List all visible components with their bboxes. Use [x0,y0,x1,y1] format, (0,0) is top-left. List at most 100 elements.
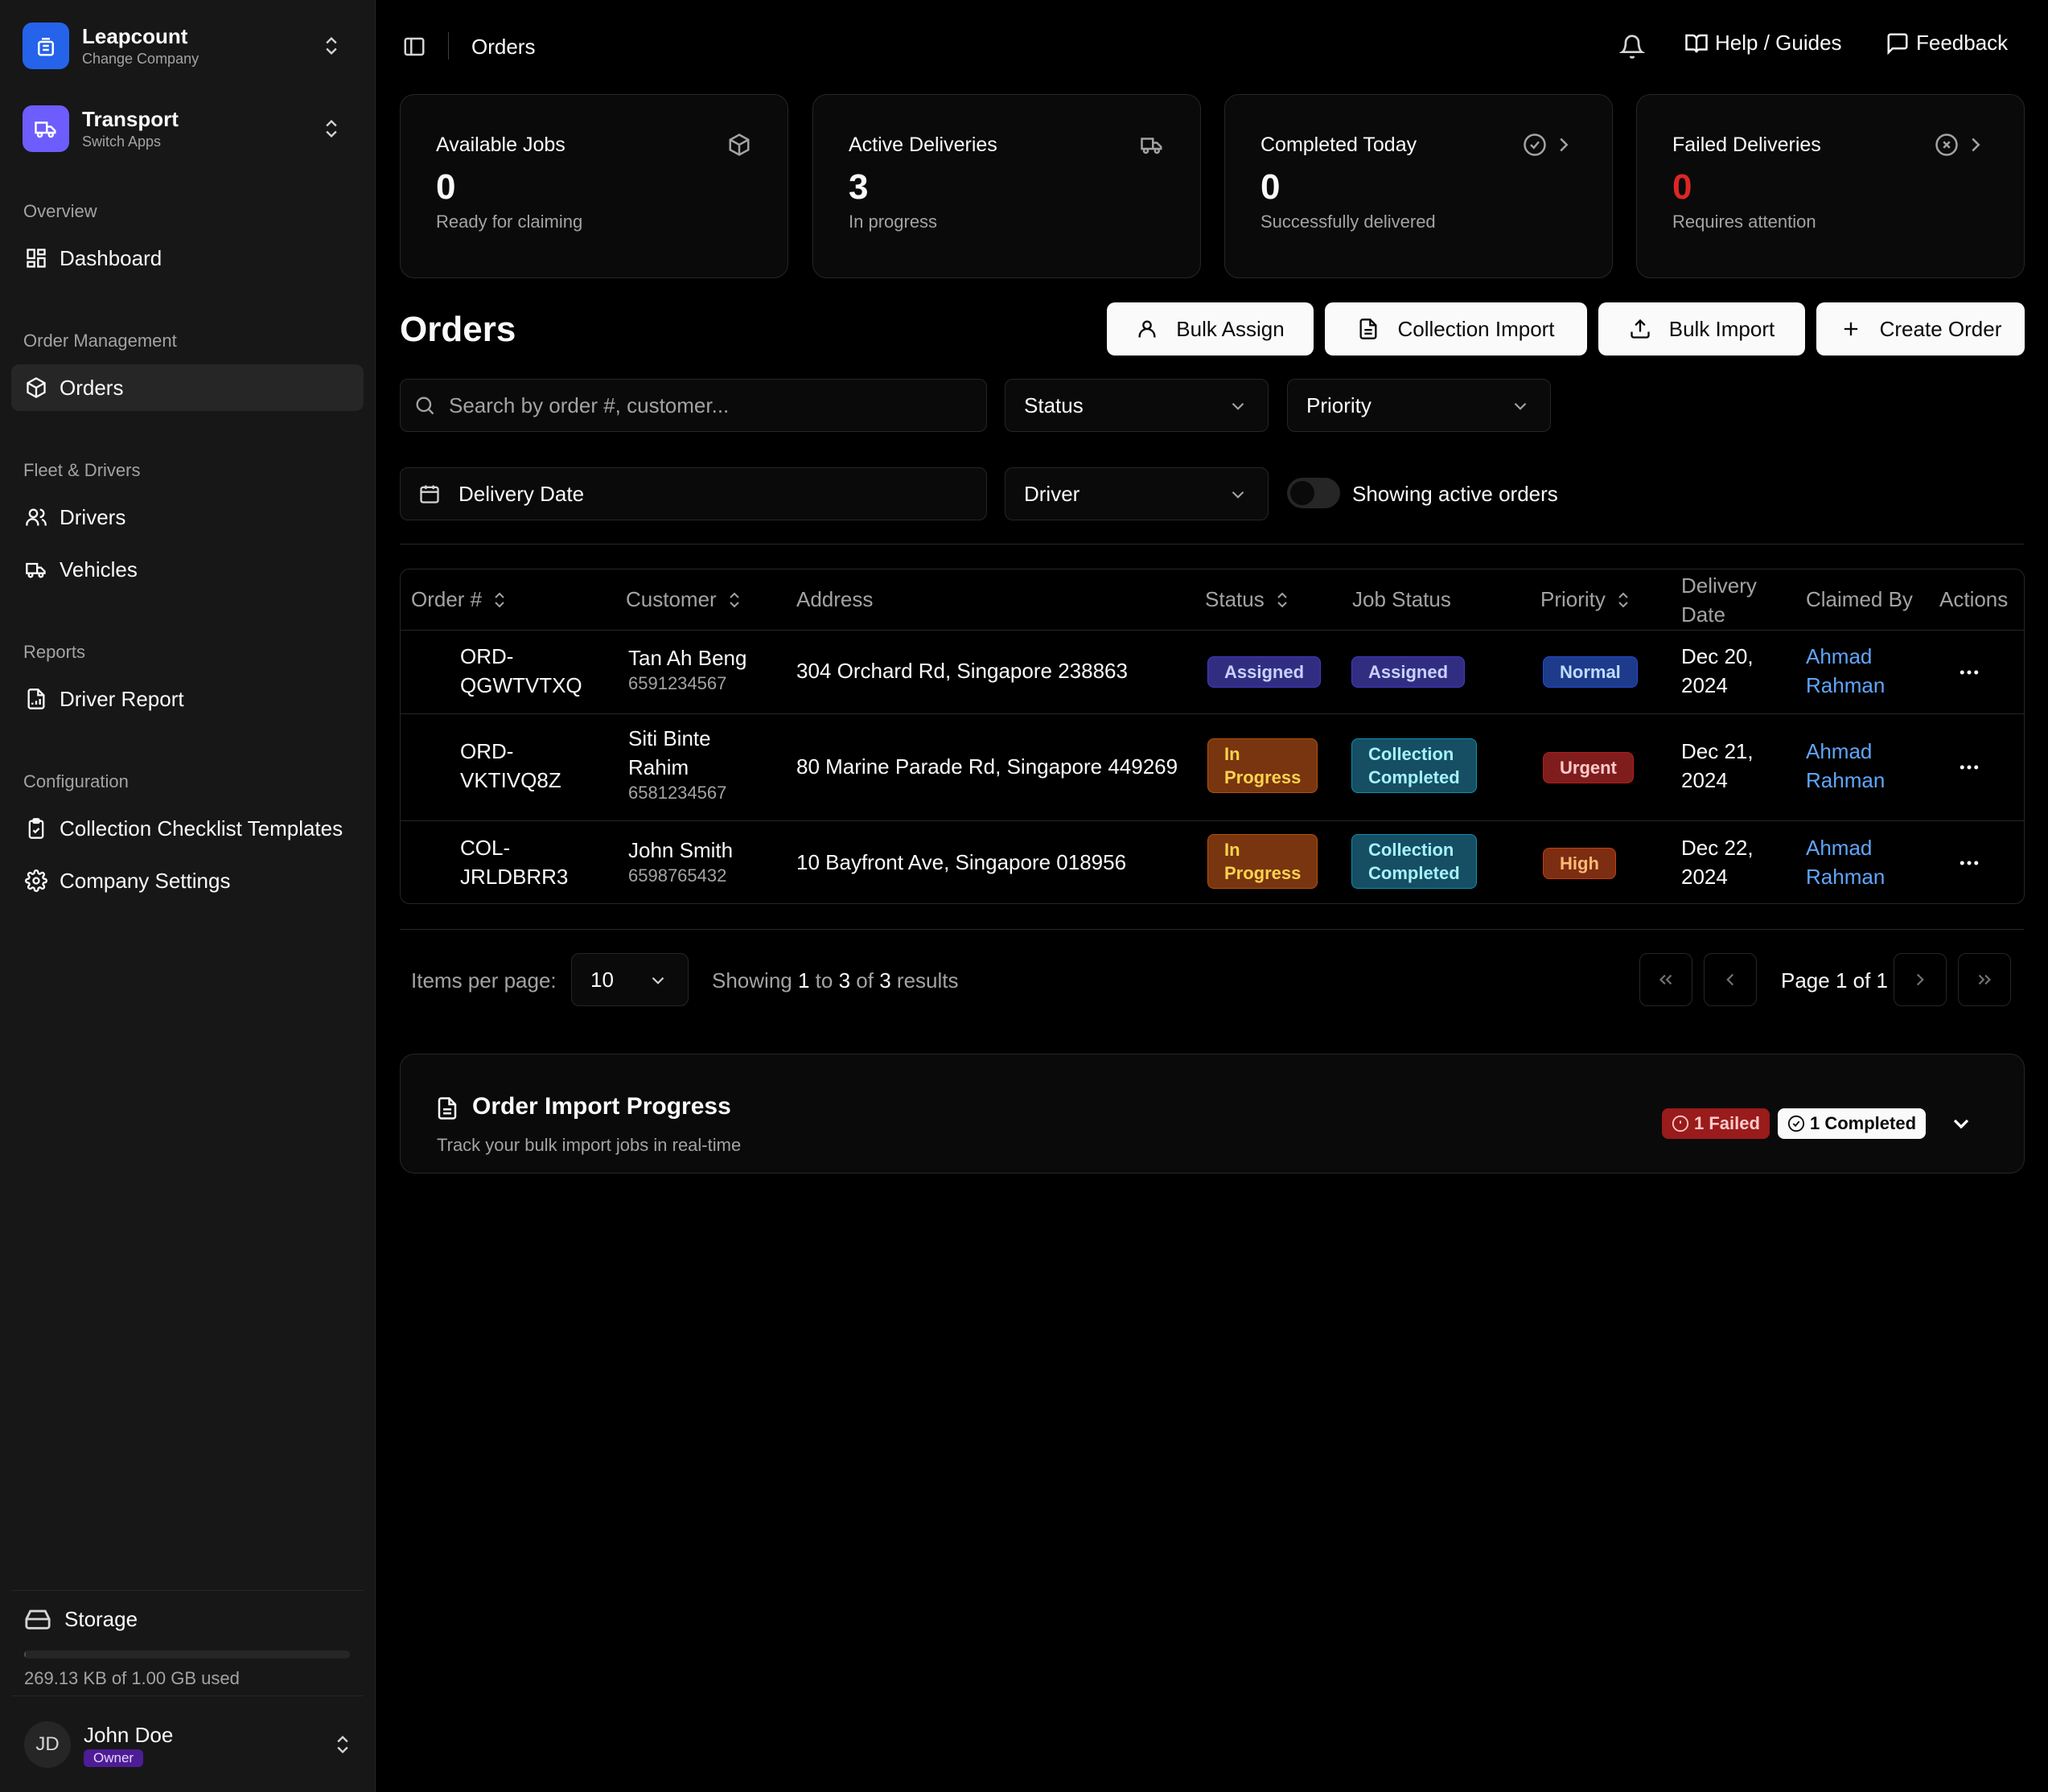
gear-icon [24,869,48,893]
status-select[interactable]: Status [1005,379,1269,432]
stat-sub: Requires attention [1672,212,1816,232]
badge-line: Progress [1224,863,1302,883]
truck-icon [24,557,48,582]
topbar: Orders Help / Guides Feedback [376,0,2048,93]
delivery-date-cell: Dec 20, 2024 [1681,642,1754,700]
sidebar-item-orders[interactable]: Orders [11,364,364,411]
order-number[interactable]: ORD- VKTIVQ8Z [460,737,561,795]
stat-label: Active Deliveries [849,134,997,156]
company-switcher[interactable]: Leapcount Change Company [23,18,352,74]
column-header-priority[interactable]: Priority [1540,569,1633,630]
button-label: Collection Import [1397,316,1555,341]
package-icon [727,133,751,157]
stat-card-completed-today[interactable]: Completed Today 0 Successfully delivered [1224,94,1613,278]
more-actions-icon[interactable] [1953,751,1985,783]
role-badge: Owner [84,1749,144,1767]
date-part: Dec 22, [1681,836,1754,860]
user-menu[interactable]: JD John Doe Owner [11,1695,364,1792]
group-label-fleet: Fleet & Drivers [23,460,141,480]
collection-import-button[interactable]: Collection Import [1325,302,1587,356]
avatar: JD [24,1720,71,1768]
group-label-configuration: Configuration [23,771,129,791]
driver-select[interactable]: Driver [1005,467,1269,520]
dashboard-icon [24,246,48,270]
sidebar-item-checklist-templates[interactable]: Collection Checklist Templates [11,805,364,852]
column-header-status[interactable]: Status [1205,569,1292,630]
priority-select[interactable]: Priority [1287,379,1551,432]
storage-progress-bar [24,1650,350,1658]
previous-page-button[interactable] [1704,953,1757,1006]
claimed-by-link[interactable]: Ahmad Rahman [1806,833,1885,891]
chevron-down-icon [1232,402,1244,410]
results-from: 1 [797,968,810,993]
feedback-link[interactable]: Feedback [1886,31,2008,55]
storage-used-text: 269.13 KB of 1.00 GB used [24,1668,240,1688]
date-part: 2024 [1681,768,1728,792]
x-circle-icon [1935,133,1959,157]
badge-line: Collection [1368,840,1454,860]
truck-icon [1139,133,1165,157]
next-page-button[interactable] [1894,953,1947,1006]
chevron-right-icon [1964,133,1988,157]
file-text-icon [1357,318,1380,340]
app-switcher[interactable]: Transport Switch Apps [23,101,352,157]
column-header-customer[interactable]: Customer [626,569,744,630]
last-page-button[interactable] [1958,953,2011,1006]
clipboard-check-icon [24,816,48,841]
job-status-badge: Assigned [1351,656,1466,688]
help-guides-link[interactable]: Help / Guides [1684,31,1842,55]
claimed-by-link[interactable]: Ahmad Rahman [1806,642,1885,700]
stat-label: Available Jobs [436,134,565,156]
more-actions-icon[interactable] [1953,847,1985,879]
address-cell: 304 Orchard Rd, Singapore 238863 [796,659,1128,683]
table-row[interactable]: COL- JRLDBRR3 John Smith 6598765432 10 Ba… [401,820,2024,903]
bulk-assign-button[interactable]: Bulk Assign [1107,302,1314,356]
bell-icon[interactable] [1619,34,1645,60]
first-page-button[interactable] [1639,953,1692,1006]
customer-name: Siti Binte [628,726,711,750]
chevron-down-icon[interactable] [1948,1111,1974,1136]
upload-icon [1629,318,1651,340]
priority-select-value: Priority [1306,393,1372,417]
items-per-page-select[interactable]: 10 [571,953,689,1006]
sidebar-item-driver-report[interactable]: Driver Report [11,676,364,722]
truck-icon [23,105,69,152]
order-number[interactable]: ORD- QGWTVTXQ [460,642,582,700]
users-icon [24,505,48,529]
date-part: 2024 [1681,673,1728,697]
sidebar-item-company-settings[interactable]: Company Settings [11,857,364,904]
column-header-address: Address [796,569,873,630]
sidebar-item-dashboard[interactable]: Dashboard [11,235,364,282]
more-actions-icon[interactable] [1953,656,1985,688]
stat-card-failed-deliveries[interactable]: Failed Deliveries 0 Requires attention [1636,94,2025,278]
priority-badge: Normal [1543,656,1638,688]
chevron-down-icon [1514,402,1527,410]
column-label: Address [796,587,874,611]
results-text: to [815,968,833,993]
date-part: Dec 21, [1681,739,1754,763]
bulk-import-button[interactable]: Bulk Import [1598,302,1805,356]
column-header-claimed-by: Claimed By [1806,569,1913,630]
address-cell: 10 Bayfront Ave, Singapore 018956 [796,850,1127,874]
column-header-order[interactable]: Order # [411,569,509,630]
sort-icon [1618,592,1628,607]
date-part: Dec 20, [1681,644,1754,668]
order-number[interactable]: COL- JRLDBRR3 [460,833,568,891]
storage-progress-fill [24,1650,27,1658]
sidebar-item-label: Dashboard [60,245,162,270]
sidebar-item-vehicles[interactable]: Vehicles [11,546,364,593]
sidebar-toggle-icon[interactable] [402,35,426,59]
active-orders-toggle[interactable] [1287,478,1340,508]
table-row[interactable]: ORD- VKTIVQ8Z Siti Binte Rahim 6581234567… [401,713,2024,820]
claimed-part: Ahmad [1806,644,1873,668]
claimed-by-link[interactable]: Ahmad Rahman [1806,737,1885,795]
table-row[interactable]: ORD- QGWTVTXQ Tan Ah Beng 6591234567 304 … [401,630,2024,713]
user-name: John Doe [84,1722,174,1747]
delivery-date-picker[interactable]: Delivery Date [400,467,987,520]
sidebar-item-drivers[interactable]: Drivers [11,494,364,540]
column-header-delivery-date: Delivery Date [1681,569,1757,630]
create-order-button[interactable]: Create Order [1816,302,2025,356]
sort-icon [1277,592,1287,607]
sidebar-item-label: Orders [60,375,124,400]
search-input[interactable]: Search by order #, customer... [400,379,987,432]
